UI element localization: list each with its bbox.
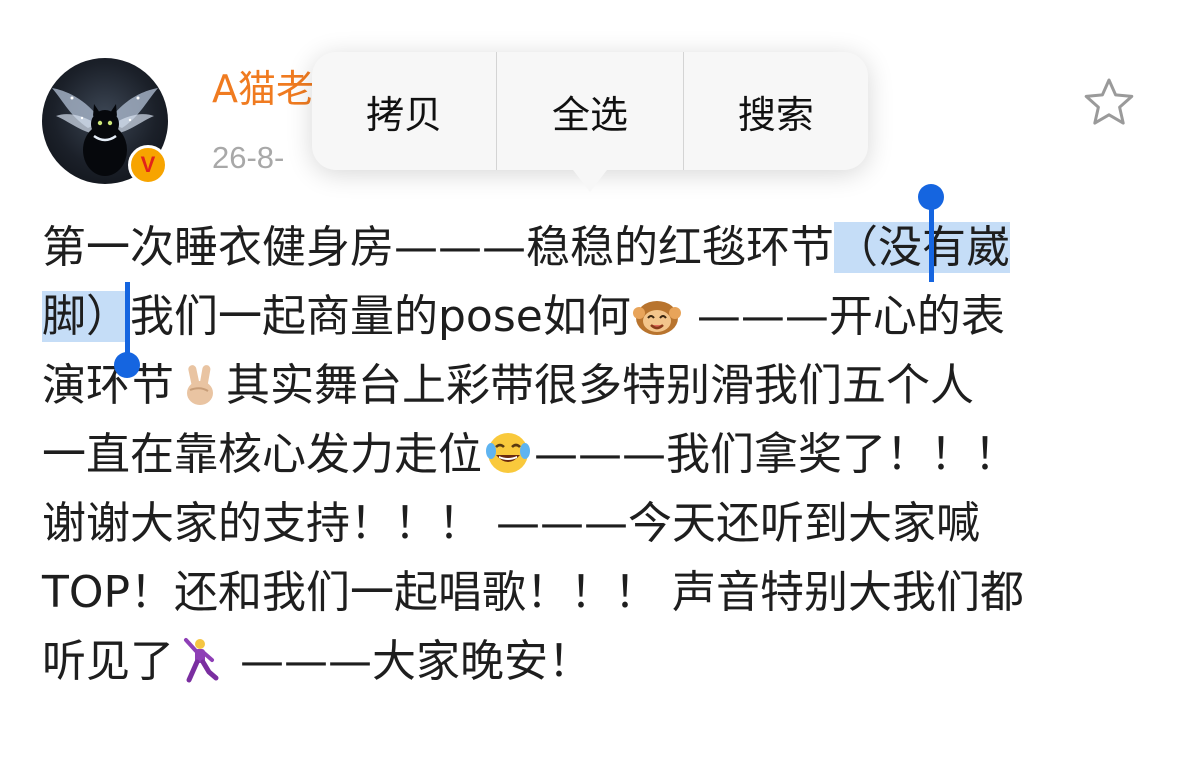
- text-segment: ———开心的表: [696, 291, 1005, 342]
- text-segment: ———大家晚安！: [226, 636, 592, 687]
- text-line: 演环节 其实舞台上彩带很多特别滑我们五个人: [42, 351, 1142, 420]
- text-segment: 第一次睡衣健身房———稳稳的红毯环节: [42, 222, 834, 273]
- dancing-man-emoji-icon: [184, 638, 219, 683]
- select-all-menu-item[interactable]: 全选: [497, 52, 682, 170]
- selected-text[interactable]: （没有崴: [834, 222, 1010, 273]
- verified-v-icon: V: [128, 145, 168, 185]
- text-segment: 听见了: [42, 636, 174, 687]
- text-line: 谢谢大家的支持！！！ ———今天还听到大家喊: [42, 498, 980, 549]
- text-line: 脚）我们一起商量的pose如何 ———开心的表: [42, 282, 1142, 351]
- text-segment: 演环节: [42, 360, 174, 411]
- text-line: 听见了 ———大家晚安！: [42, 627, 1142, 696]
- copy-menu-item[interactable]: 拷贝: [312, 52, 496, 170]
- text-segment: 其实舞台上彩带很多特别滑我们五个人: [226, 360, 974, 411]
- star-outline-icon[interactable]: [1082, 76, 1136, 130]
- selection-end-handle[interactable]: [114, 352, 140, 378]
- text-segment: 一直在靠核心发力走位: [42, 429, 482, 480]
- text-line: 第一次睡衣健身房———稳稳的红毯环节（没有崴: [42, 213, 1142, 282]
- author-name[interactable]: A猫老: [212, 70, 314, 108]
- tears-of-joy-emoji-icon: [486, 433, 530, 473]
- menu-pointer-arrow: [570, 166, 610, 192]
- text-selection-menu: 拷贝 全选 搜索: [312, 52, 868, 170]
- text-segment: 我们一起商量的pose如何: [130, 291, 631, 342]
- text-line: 一直在靠核心发力走位 ———我们拿奖了！！！: [42, 420, 1142, 489]
- selection-end-caret: [125, 282, 130, 360]
- text-line: TOP！还和我们一起唱歌！！！ 声音特别大我们都: [42, 567, 1025, 618]
- text-segment: ———我们拿奖了！！！: [534, 429, 1018, 480]
- post-text[interactable]: 第一次睡衣健身房———稳稳的红毯环节（没有崴 脚）我们一起商量的pose如何 —…: [42, 213, 1142, 696]
- selection-start-caret: [929, 200, 934, 282]
- selected-text[interactable]: 脚）: [42, 291, 130, 342]
- monkey-emoji-icon: [632, 301, 681, 335]
- search-menu-item[interactable]: 搜索: [684, 52, 868, 170]
- victory-hand-emoji-icon: [187, 365, 213, 405]
- post-meta: 26-8-: [212, 140, 285, 175]
